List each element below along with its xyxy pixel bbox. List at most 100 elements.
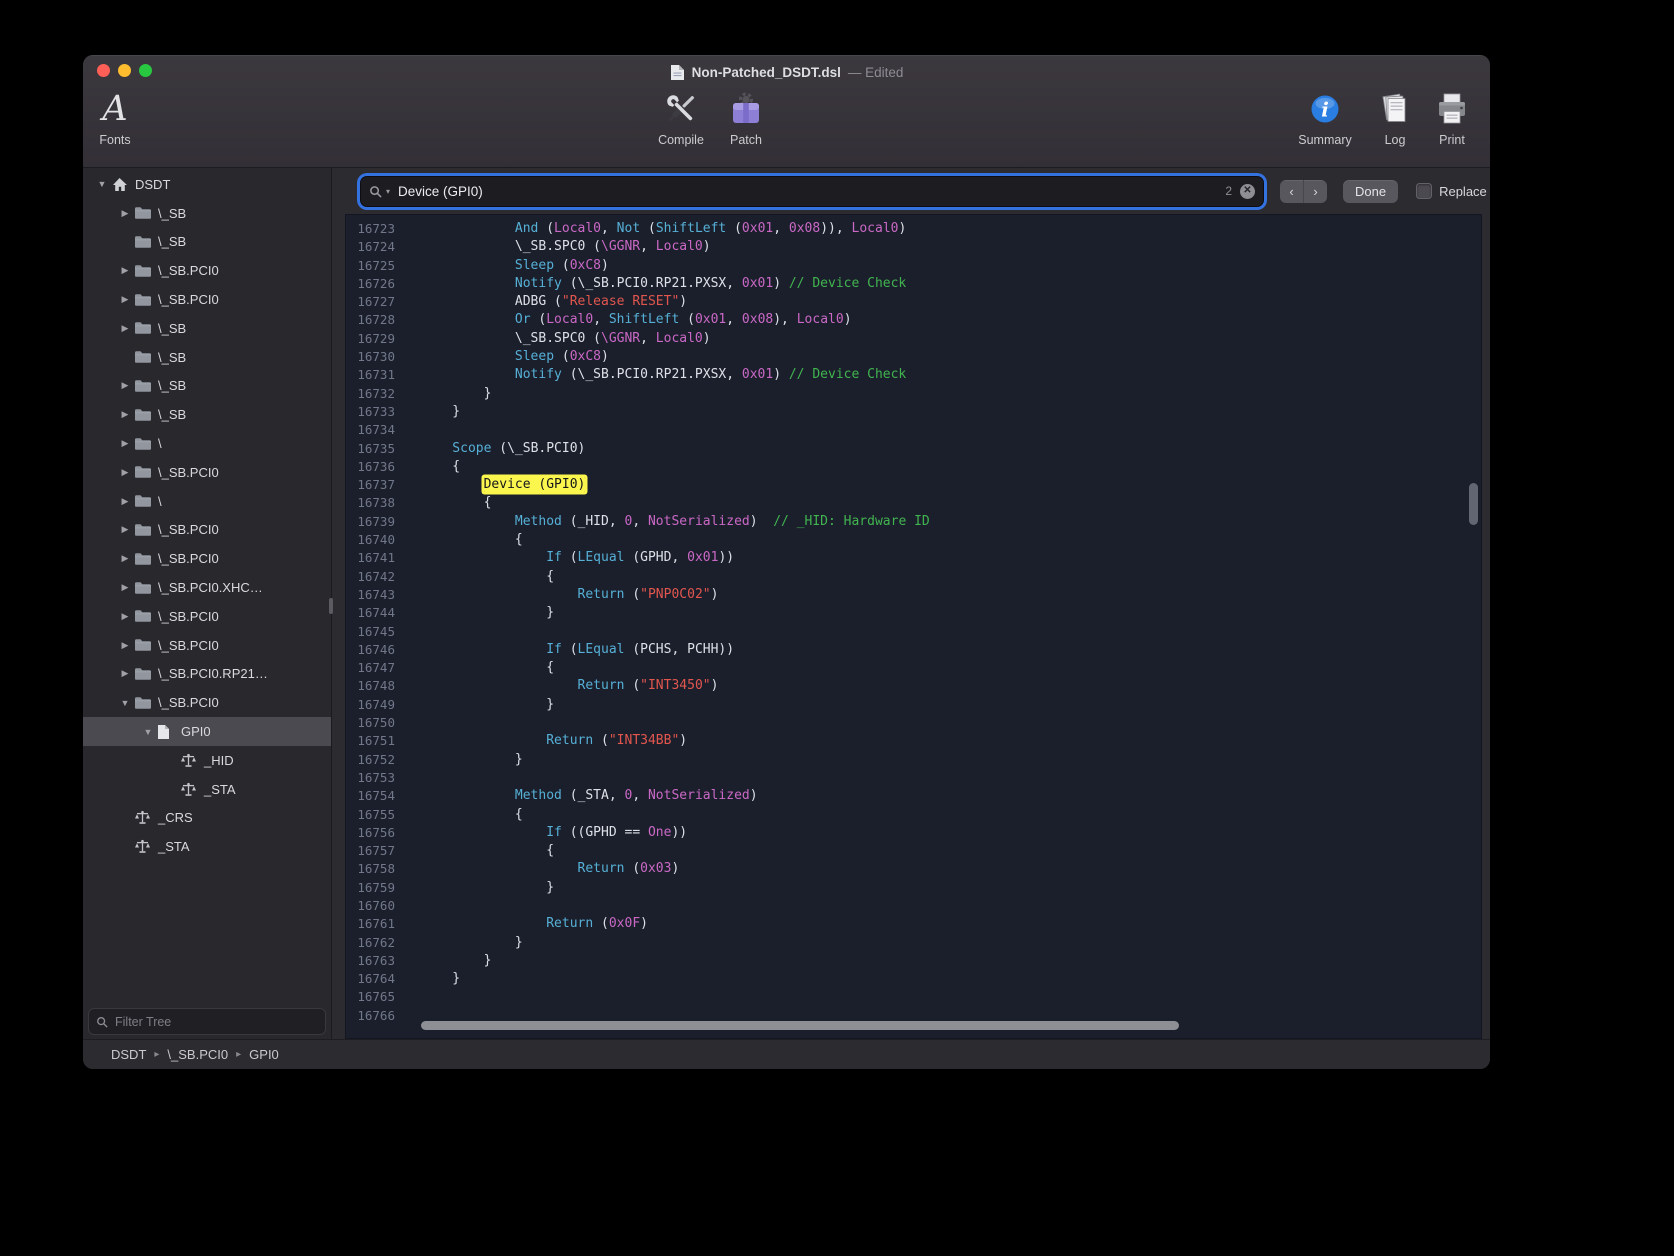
breadcrumb-item[interactable]: \_SB.PCI0: [167, 1047, 228, 1062]
find-input[interactable]: [396, 183, 1221, 200]
print-toolbar-button[interactable]: Print: [1426, 88, 1478, 147]
clear-search-icon[interactable]: ✕: [1240, 184, 1255, 199]
code-token: \_SB.SPC0 (: [515, 331, 601, 346]
sidebar-item-gpi0[interactable]: ▼GPI0: [83, 717, 331, 746]
folder-icon: [134, 609, 156, 623]
code-line: [421, 769, 1481, 787]
horizontal-scrollbar-thumb[interactable]: [421, 1021, 1179, 1030]
disclosure-closed-icon[interactable]: ▶: [116, 524, 134, 535]
sidebar-item-sb[interactable]: ▶\_SB: [83, 314, 331, 343]
disclosure-closed-icon[interactable]: ▶: [116, 265, 134, 276]
document-proxy-icon[interactable]: [670, 64, 685, 81]
code-line: [421, 897, 1481, 915]
find-next-button[interactable]: ›: [1304, 180, 1327, 203]
line-number-gutter: 1672316724167251672616727167281672916730…: [346, 215, 408, 1038]
code-token: NotSerialized: [648, 788, 750, 803]
disclosure-closed-icon[interactable]: ▶: [116, 611, 134, 622]
sidebar-item-sbpci0[interactable]: ▶\_SB.PCI0: [83, 256, 331, 285]
sidebar-item-sb[interactable]: \_SB: [83, 343, 331, 372]
sidebar-item-sb[interactable]: ▶\_SB: [83, 199, 331, 228]
sidebar-item-sb[interactable]: ▶\_SB: [83, 400, 331, 429]
tree-item-label: \_SB.PCI0: [158, 695, 219, 710]
code-token: ): [844, 312, 852, 327]
disclosure-closed-icon[interactable]: ▶: [116, 409, 134, 420]
code-line: {: [421, 806, 1481, 824]
code-token: ADBG (: [515, 294, 562, 309]
search-options-chevron-icon[interactable]: ▾: [386, 187, 390, 196]
sidebar-item-sb[interactable]: ▶\_SB: [83, 372, 331, 401]
patch-toolbar-button[interactable]: Patch: [718, 88, 774, 147]
disclosure-open-icon[interactable]: ▼: [116, 698, 134, 708]
sidebar-item-sbpci0[interactable]: ▶ \_SB.PCI0: [83, 631, 331, 660]
code-token: (: [726, 221, 742, 236]
splitter-handle[interactable]: [329, 598, 333, 614]
code-token: ): [703, 239, 711, 254]
code-line: [421, 714, 1481, 732]
disclosure-closed-icon[interactable]: ▶: [116, 208, 134, 219]
sidebar-item-sta[interactable]: _STA: [83, 832, 331, 861]
disclosure-closed-icon[interactable]: ▶: [116, 294, 134, 305]
disclosure-closed-icon[interactable]: ▶: [116, 323, 134, 334]
fonts-toolbar-button[interactable]: A Fonts: [87, 88, 143, 147]
line-number: 16749: [346, 696, 408, 714]
vertical-scrollbar-thumb[interactable]: [1469, 483, 1478, 525]
code-token: (_STA,: [562, 788, 625, 803]
disclosure-closed-icon[interactable]: ▶: [116, 496, 134, 507]
find-previous-button[interactable]: ‹: [1280, 180, 1304, 203]
disclosure-closed-icon[interactable]: ▶: [116, 668, 134, 679]
disclosure-open-icon[interactable]: ▼: [93, 179, 111, 189]
code-token: 0x01: [687, 550, 718, 565]
folder-icon: [134, 293, 156, 307]
breadcrumb-item[interactable]: DSDT: [111, 1047, 146, 1062]
disclosure-closed-icon[interactable]: ▶: [116, 553, 134, 564]
done-button[interactable]: Done: [1343, 180, 1398, 203]
disclosure-open-icon[interactable]: ▼: [139, 727, 157, 737]
sidebar-item-sbpci0[interactable]: ▶\_SB.PCI0: [83, 516, 331, 545]
sidebar-item-sbpci0[interactable]: ▶\_SB.PCI0: [83, 544, 331, 573]
find-field[interactable]: ▾ 2 ✕: [360, 176, 1264, 207]
code-token: }: [484, 953, 492, 968]
replace-checkbox[interactable]: [1416, 183, 1432, 199]
disclosure-closed-icon[interactable]: ▶: [116, 438, 134, 449]
disclosure-closed-icon[interactable]: ▶: [116, 380, 134, 391]
filter-tree-field[interactable]: [88, 1008, 326, 1035]
code-line: {: [421, 458, 1481, 476]
replace-option: Replace: [1416, 183, 1487, 199]
log-toolbar-button[interactable]: Log: [1373, 88, 1417, 147]
code-area[interactable]: And (Local0, Not (ShiftLeft (0x01, 0x08)…: [408, 215, 1481, 1038]
disclosure-closed-icon[interactable]: ▶: [116, 582, 134, 593]
log-pages-icon: [1375, 88, 1415, 130]
sidebar-item-sb[interactable]: \_SB: [83, 228, 331, 257]
sidebar-item-hid[interactable]: _HID: [83, 746, 331, 775]
sidebar-item-sta[interactable]: _STA: [83, 775, 331, 804]
sidebar-item-sbpci0[interactable]: ▶\_SB.PCI0: [83, 602, 331, 631]
tree-item-label: \: [158, 494, 162, 509]
code-token: {: [546, 569, 554, 584]
window-header: Non-Patched_DSDT.dsl — Edited A Fonts: [83, 55, 1490, 168]
filter-tree-input[interactable]: [113, 1014, 318, 1030]
sidebar-splitter[interactable]: [331, 168, 332, 1039]
code-token: ,: [632, 514, 648, 529]
sidebar-item-sbpci0[interactable]: ▶\_SB.PCI0: [83, 285, 331, 314]
sidebar-item-dsdt[interactable]: ▼DSDT: [83, 170, 331, 199]
sidebar-item-sbpci0xhc[interactable]: ▶\_SB.PCI0.XHC…: [83, 573, 331, 602]
code-token: 0x01: [742, 367, 773, 382]
sidebar-item-sbpci0rp21[interactable]: ▶\_SB.PCI0.RP21…: [83, 660, 331, 689]
code-token: "PNP0C02": [640, 587, 710, 602]
compile-toolbar-button[interactable]: Compile: [649, 88, 713, 147]
disclosure-closed-icon[interactable]: ▶: [116, 467, 134, 478]
sidebar-item-[interactable]: ▶\: [83, 429, 331, 458]
disclosure-closed-icon[interactable]: ▶: [116, 640, 134, 651]
code-token: (: [625, 678, 641, 693]
sidebar-item-[interactable]: ▶\: [83, 487, 331, 516]
breadcrumb-item[interactable]: GPI0: [249, 1047, 279, 1062]
code-token: {: [452, 459, 460, 474]
sidebar-item-sbpci0[interactable]: ▼ \_SB.PCI0: [83, 688, 331, 717]
summary-toolbar-button[interactable]: i Summary: [1287, 88, 1363, 147]
find-match-highlight: Device (GPI0): [484, 477, 586, 492]
sidebar-item-crs[interactable]: _CRS: [83, 804, 331, 833]
tree-item-label: _STA: [204, 782, 236, 797]
sidebar-item-sbpci0[interactable]: ▶\_SB.PCI0: [83, 458, 331, 487]
code-editor[interactable]: 1672316724167251672616727167281672916730…: [345, 214, 1482, 1039]
tree-item-label: \_SB.PCI0: [158, 638, 219, 653]
